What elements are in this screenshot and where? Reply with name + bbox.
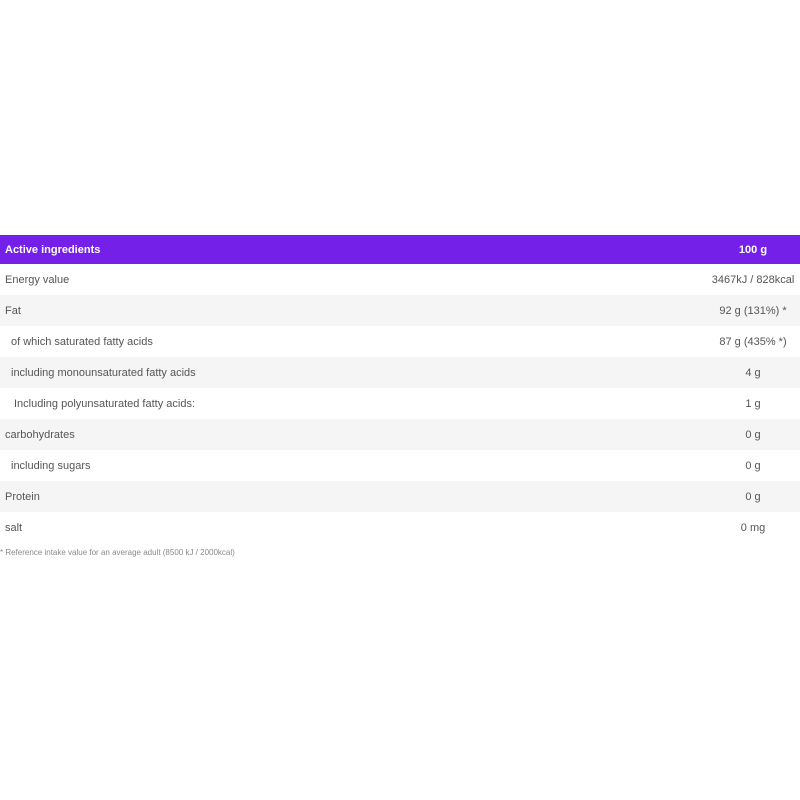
header-per-100g: 100 g bbox=[700, 235, 800, 264]
ingredient-name: carbohydrates bbox=[0, 419, 700, 450]
table-row: Energy value 3467kJ / 828kcal bbox=[0, 264, 800, 295]
ingredient-name: Fat bbox=[0, 295, 700, 326]
ingredient-value: 0 g bbox=[700, 419, 800, 450]
table-row: Protein 0 g bbox=[0, 481, 800, 512]
table-row: including sugars 0 g bbox=[0, 450, 800, 481]
page: Active ingredients 100 g Energy value 34… bbox=[0, 0, 800, 800]
nutrition-table: Active ingredients 100 g Energy value 34… bbox=[0, 235, 800, 543]
ingredient-name: Energy value bbox=[0, 264, 700, 295]
table-row: Fat 92 g (131%) * bbox=[0, 295, 800, 326]
reference-intake-footnote: * Reference intake value for an average … bbox=[0, 548, 235, 557]
header-ingredients: Active ingredients bbox=[0, 235, 700, 264]
table-row: including monounsaturated fatty acids 4 … bbox=[0, 357, 800, 388]
ingredient-value: 0 g bbox=[700, 450, 800, 481]
table-row: carbohydrates 0 g bbox=[0, 419, 800, 450]
ingredient-value: 4 g bbox=[700, 357, 800, 388]
ingredient-name: salt bbox=[0, 512, 700, 543]
ingredient-value: 0 g bbox=[700, 481, 800, 512]
table-row: salt 0 mg bbox=[0, 512, 800, 543]
ingredient-name: including sugars bbox=[0, 450, 700, 481]
ingredient-name: Including polyunsaturated fatty acids: bbox=[0, 388, 700, 419]
table-row: Including polyunsaturated fatty acids: 1… bbox=[0, 388, 800, 419]
table-row: of which saturated fatty acids 87 g (435… bbox=[0, 326, 800, 357]
ingredient-name: Protein bbox=[0, 481, 700, 512]
ingredient-value: 92 g (131%) * bbox=[700, 295, 800, 326]
nutrition-table-container: Active ingredients 100 g Energy value 34… bbox=[0, 235, 800, 543]
ingredient-value: 87 g (435% *) bbox=[700, 326, 800, 357]
ingredient-value: 3467kJ / 828kcal bbox=[700, 264, 800, 295]
ingredient-name: including monounsaturated fatty acids bbox=[0, 357, 700, 388]
table-header-row: Active ingredients 100 g bbox=[0, 235, 800, 264]
ingredient-value: 1 g bbox=[700, 388, 800, 419]
ingredient-value: 0 mg bbox=[700, 512, 800, 543]
ingredient-name: of which saturated fatty acids bbox=[0, 326, 700, 357]
